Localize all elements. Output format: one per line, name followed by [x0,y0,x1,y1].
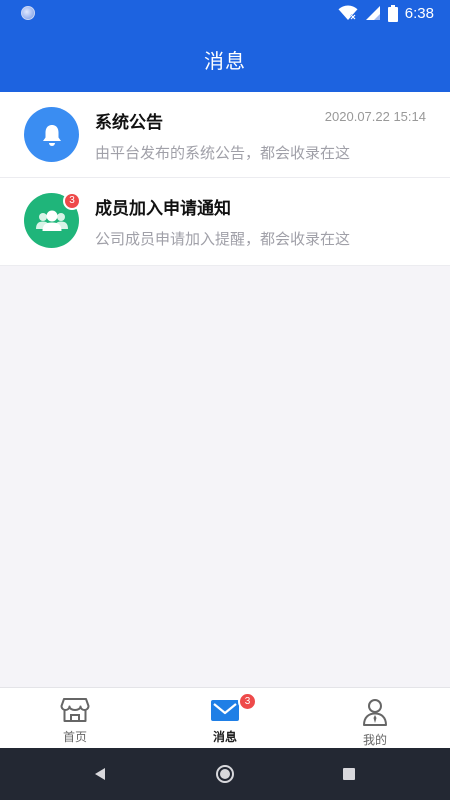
signal-icon [365,6,380,20]
home-circle-icon [216,765,234,783]
system-announcement-avatar [24,107,79,162]
recents-icon [343,768,355,780]
tab-home-label: 首页 [62,730,87,744]
members-icon [35,210,68,231]
message-time: 2020.07.22 15:14 [324,109,426,124]
status-icons: 6:38 [338,3,434,23]
mail-icon [211,700,239,721]
notification-dot-icon [21,6,35,20]
bell-icon [42,124,61,146]
tab-profile[interactable]: 我的 [300,688,450,749]
message-description: 公司成员申请加入提醒，都会收录在这 [95,230,351,248]
status-time: 6:38 [404,4,434,22]
battery-icon [387,4,398,22]
back-icon [95,768,105,780]
unread-count-badge: 3 [63,192,81,210]
person-icon [363,699,387,726]
tab-messages-label: 消息 [212,730,237,744]
tab-messages[interactable]: 3 消息 [150,688,300,749]
back-button[interactable] [70,748,130,800]
wifi-icon [338,5,358,21]
system-navigation-bar [0,748,450,800]
page-title: 消息 [204,49,246,73]
tab-profile-label: 我的 [362,733,387,747]
message-list: 系统公告 2020.07.22 15:14 由平台发布的系统公告，都会收录在这 … [0,92,450,266]
message-item-member-join-request[interactable]: 3 成员加入申请通知 公司成员申请加入提醒，都会收录在这 [0,178,450,266]
app-header: 消息 [0,26,450,92]
bottom-tab-bar: 首页 3 消息 我的 [0,687,450,748]
store-icon [60,698,90,722]
status-bar: 6:38 [0,0,450,26]
home-button[interactable] [195,748,255,800]
message-title: 系统公告 [95,113,163,133]
tab-messages-badge: 3 [238,692,257,711]
message-description: 由平台发布的系统公告，都会收录在这 [95,144,351,162]
message-title: 成员加入申请通知 [95,199,231,219]
tab-home[interactable]: 首页 [0,688,150,749]
recents-button[interactable] [319,748,379,800]
message-item-system-announcement[interactable]: 系统公告 2020.07.22 15:14 由平台发布的系统公告，都会收录在这 [0,92,450,178]
